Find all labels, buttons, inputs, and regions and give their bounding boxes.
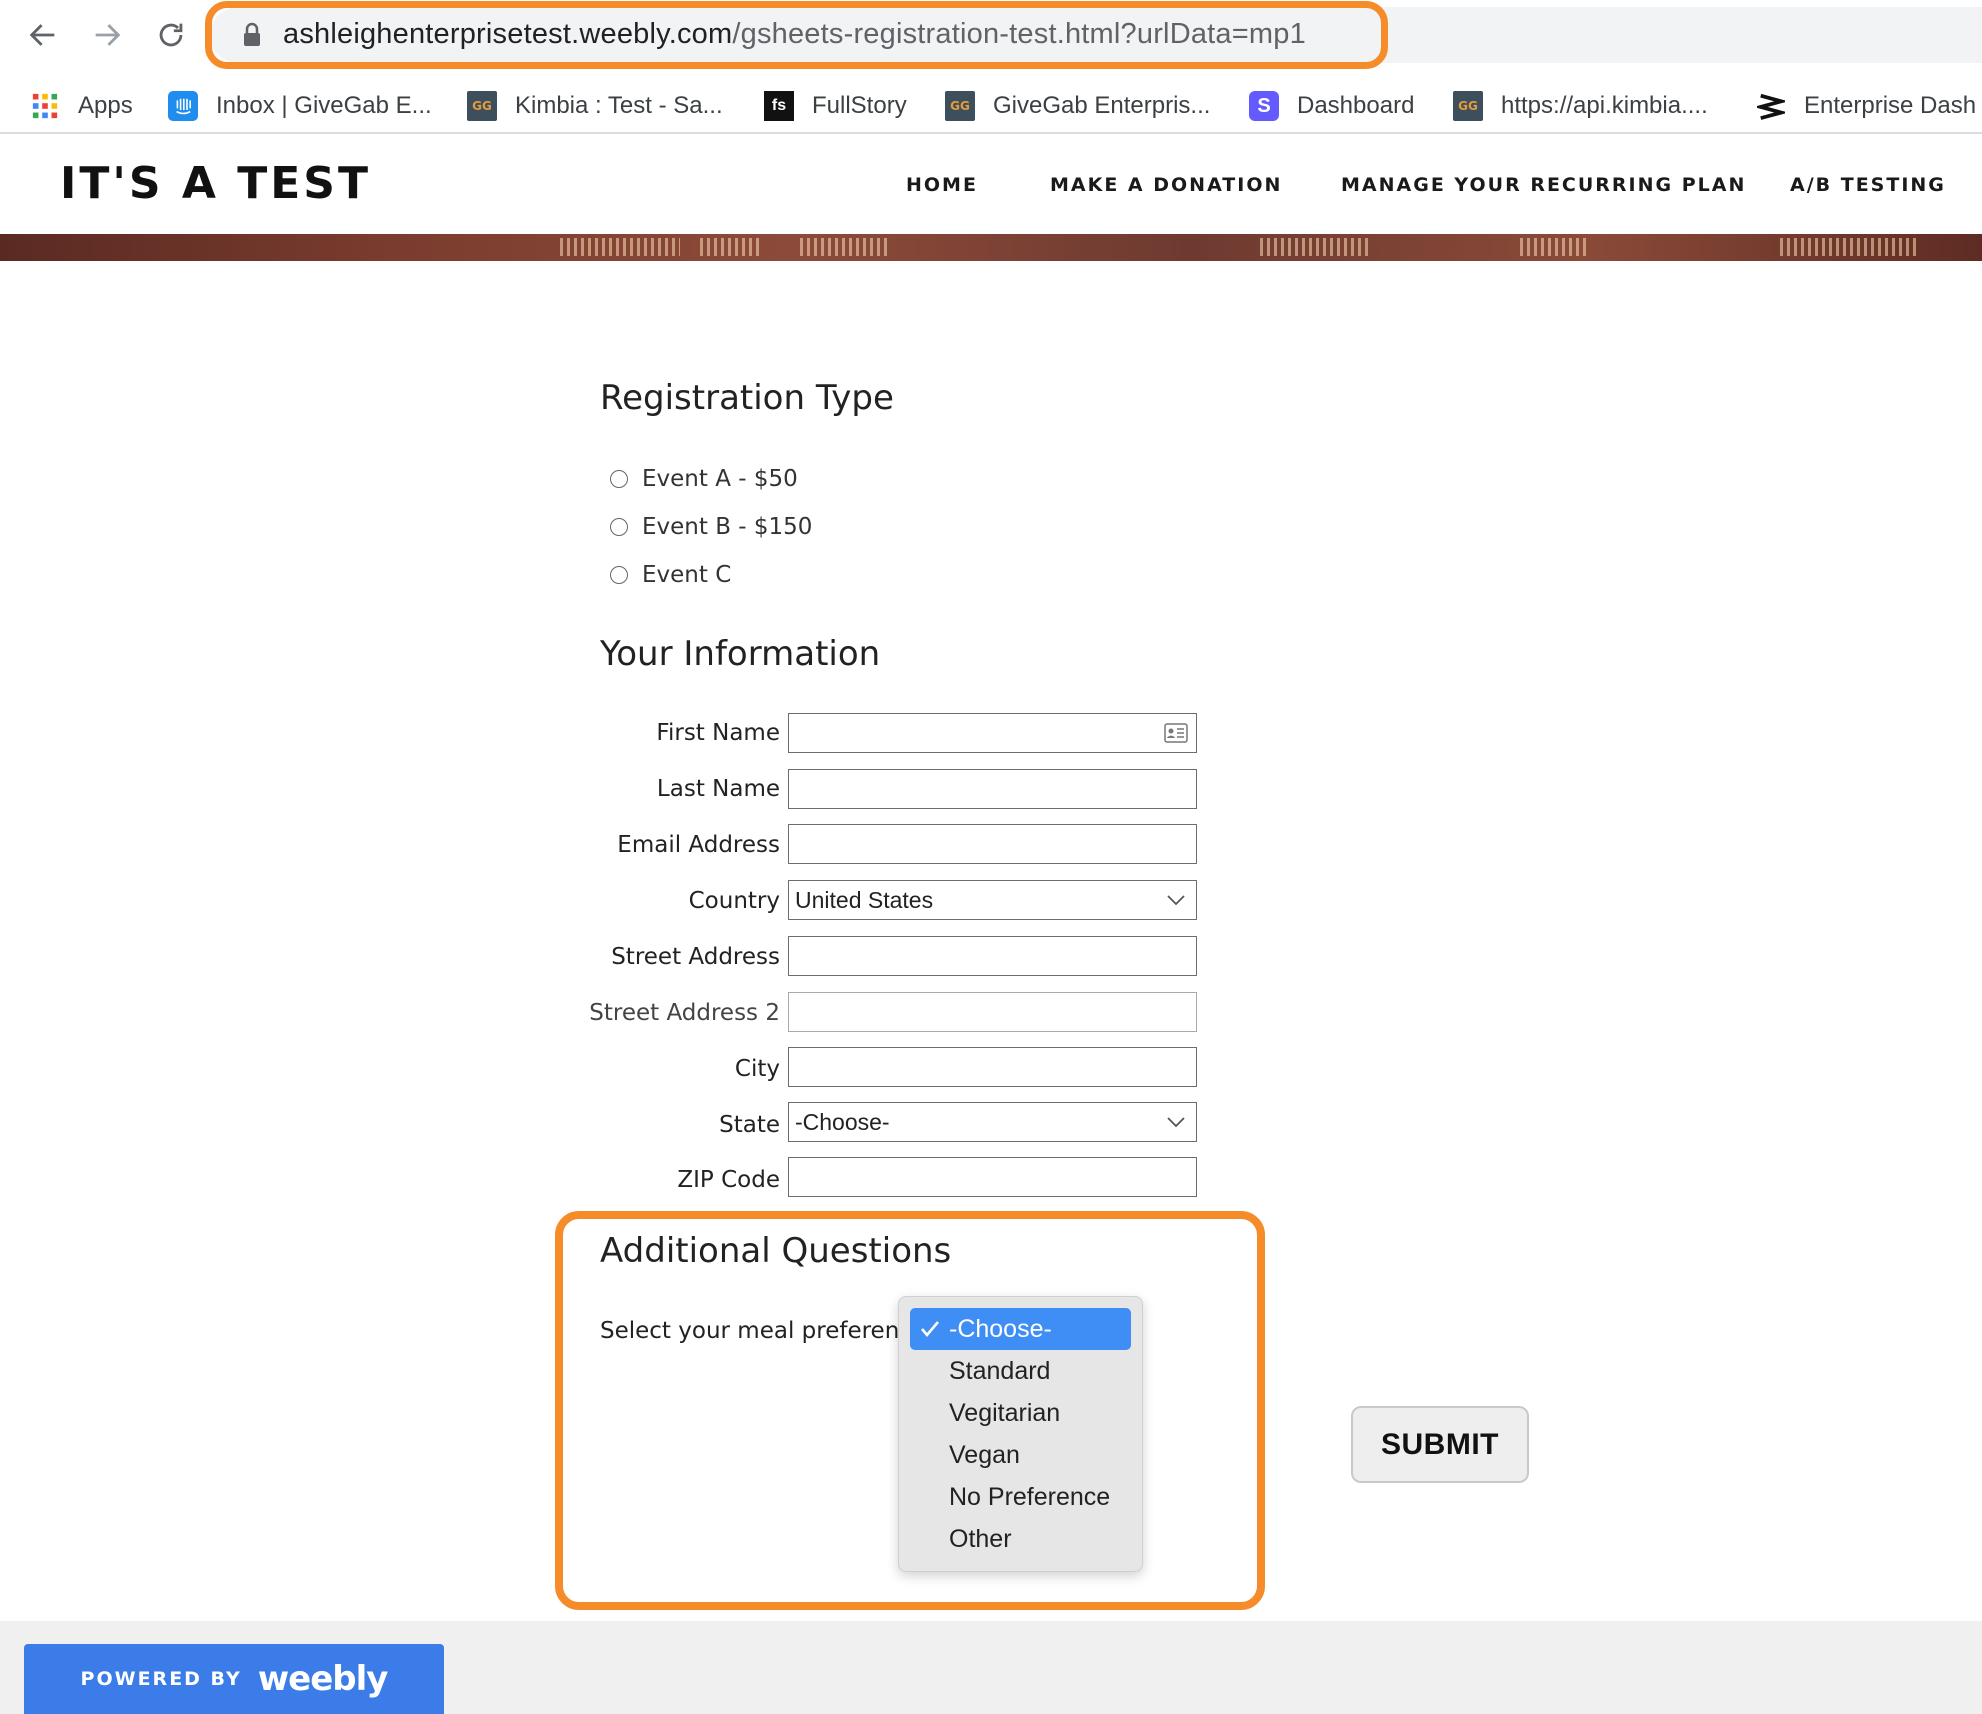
givegab-icon: GG xyxy=(1453,91,1483,121)
apps-grid-icon xyxy=(30,91,60,121)
meal-preference-label: Select your meal preference xyxy=(600,1318,903,1344)
bookmark-inbox-givegab[interactable]: Inbox | GiveGab E... xyxy=(168,86,432,126)
radio-label: Event C xyxy=(642,562,732,588)
chevron-down-icon xyxy=(1167,1117,1185,1128)
city-field[interactable] xyxy=(788,1047,1197,1087)
bookmark-label: GiveGab Enterpris... xyxy=(993,92,1211,119)
givegab-icon: GG xyxy=(945,91,975,121)
browser-toolbar: ashleighenterprisetest.weebly.com/gsheet… xyxy=(0,0,1982,70)
forward-button[interactable] xyxy=(84,12,130,58)
street-address-2-label: Street Address 2 xyxy=(589,1000,780,1026)
reload-icon xyxy=(159,23,183,47)
givegab-icon: GG xyxy=(467,91,497,121)
radio-label: Event B - $150 xyxy=(642,514,813,540)
radio-event-a[interactable]: Event A - $50 xyxy=(610,462,798,496)
header-banner-image xyxy=(0,234,1982,261)
street-address-2-field[interactable] xyxy=(788,992,1197,1032)
email-field[interactable] xyxy=(788,824,1197,864)
weebly-logo: weebly xyxy=(257,1659,389,1699)
street-address-field[interactable] xyxy=(788,936,1197,976)
powered-by-weebly-badge[interactable]: POWERED BY weebly xyxy=(24,1644,444,1714)
arrow-left-icon xyxy=(29,24,55,46)
powered-by-text: POWERED BY xyxy=(80,1668,242,1690)
radio-button[interactable] xyxy=(610,470,628,488)
intercom-icon xyxy=(168,91,198,121)
zip-code-field[interactable] xyxy=(788,1157,1197,1197)
nav-make-a-donation[interactable]: MAKE A DONATION xyxy=(1050,174,1282,196)
checkmark-icon xyxy=(921,1321,939,1338)
bookmark-label: FullStory xyxy=(812,92,907,119)
additional-questions-heading: Additional Questions xyxy=(600,1231,952,1271)
bookmark-fullstory[interactable]: fs FullStory xyxy=(764,86,907,126)
reload-button[interactable] xyxy=(148,12,194,58)
street-address-label: Street Address xyxy=(611,944,780,970)
bookmark-label: Inbox | GiveGab E... xyxy=(216,92,432,119)
radio-event-c[interactable]: Event C xyxy=(610,558,731,592)
last-name-label: Last Name xyxy=(656,776,780,802)
bookmark-enterprise-dash[interactable]: Enterprise Dash xyxy=(1756,86,1976,126)
meal-option-other[interactable]: Other xyxy=(910,1518,1131,1560)
url-highlight-annotation xyxy=(205,1,1388,69)
bookmarks-bar: Apps Inbox | GiveGab E... GG Kimbia : Te… xyxy=(0,78,1982,134)
state-label: State xyxy=(719,1112,780,1138)
meal-option-choose[interactable]: -Choose- xyxy=(910,1308,1131,1350)
first-name-field[interactable] xyxy=(788,713,1197,753)
city-label: City xyxy=(734,1056,780,1082)
bookmark-label: Dashboard xyxy=(1297,92,1415,119)
nav-manage-recurring-plan[interactable]: MANAGE YOUR RECURRING PLAN xyxy=(1341,174,1746,196)
meal-option-label: Standard xyxy=(949,1357,1051,1385)
meal-option-label: Other xyxy=(949,1525,1012,1553)
submit-button[interactable]: SUBMIT xyxy=(1351,1406,1529,1483)
meal-preference-dropdown[interactable]: -Choose- Standard Vegitarian Vegan No Pr… xyxy=(898,1296,1143,1572)
chevron-down-icon xyxy=(1167,895,1185,906)
bookmark-label: https://api.kimbia.... xyxy=(1501,92,1708,119)
first-name-label: First Name xyxy=(656,720,780,746)
back-button[interactable] xyxy=(20,12,66,58)
nav-ab-testing[interactable]: A/B TESTING xyxy=(1790,174,1946,196)
bookmark-kimbia-api[interactable]: GG https://api.kimbia.... xyxy=(1453,86,1708,126)
stripe-icon: S xyxy=(1249,91,1279,121)
zip-code-label: ZIP Code xyxy=(677,1167,780,1193)
bookmark-kimbia-test[interactable]: GG Kimbia : Test - Sa... xyxy=(467,86,723,126)
your-information-heading: Your Information xyxy=(600,634,881,674)
fullstory-icon: fs xyxy=(764,91,794,121)
bookmark-label: Apps xyxy=(78,92,133,119)
site-header: IT'S A TEST HOME MAKE A DONATION MANAGE … xyxy=(0,136,1982,234)
bookmark-label: Kimbia : Test - Sa... xyxy=(515,92,723,119)
state-value: -Choose- xyxy=(795,1108,890,1135)
arrow-right-icon xyxy=(95,24,121,46)
radio-event-b[interactable]: Event B - $150 xyxy=(610,510,812,544)
last-name-field[interactable] xyxy=(788,769,1197,809)
bookmark-apps[interactable]: Apps xyxy=(30,86,133,126)
radio-button[interactable] xyxy=(610,566,628,584)
radio-button[interactable] xyxy=(610,518,628,536)
meal-option-vegan[interactable]: Vegan xyxy=(910,1434,1131,1476)
registration-type-heading: Registration Type xyxy=(600,378,894,418)
enterprise-icon xyxy=(1756,91,1786,121)
email-label: Email Address xyxy=(617,832,780,858)
bookmark-label: Enterprise Dash xyxy=(1804,92,1977,119)
bookmark-givegab-enterprise[interactable]: GG GiveGab Enterpris... xyxy=(945,86,1210,126)
meal-option-label: Vegitarian xyxy=(949,1399,1061,1427)
contact-card-icon[interactable] xyxy=(1164,723,1188,743)
radio-label: Event A - $50 xyxy=(642,466,798,492)
country-select[interactable]: United States xyxy=(788,880,1197,920)
bookmark-dashboard[interactable]: S Dashboard xyxy=(1249,86,1414,126)
meal-option-label: No Preference xyxy=(949,1483,1111,1511)
meal-option-label: -Choose- xyxy=(949,1315,1052,1343)
meal-option-label: Vegan xyxy=(949,1441,1020,1469)
site-title[interactable]: IT'S A TEST xyxy=(60,158,371,209)
country-label: Country xyxy=(688,888,780,914)
country-value: United States xyxy=(795,886,934,913)
state-select[interactable]: -Choose- xyxy=(788,1102,1197,1142)
nav-home[interactable]: HOME xyxy=(906,174,978,196)
meal-option-vegitarian[interactable]: Vegitarian xyxy=(910,1392,1131,1434)
meal-option-standard[interactable]: Standard xyxy=(910,1350,1131,1392)
meal-option-no-preference[interactable]: No Preference xyxy=(910,1476,1131,1518)
